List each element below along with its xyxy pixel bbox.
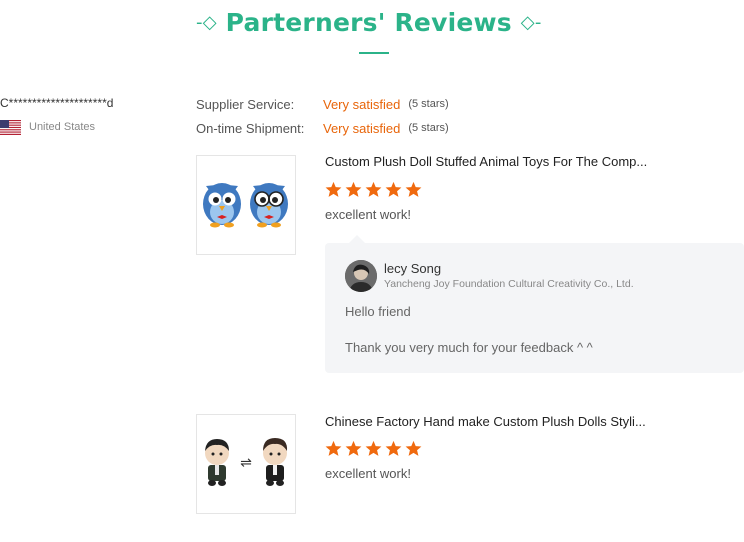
svg-text:⇌: ⇌ bbox=[240, 455, 252, 471]
review-stars bbox=[325, 181, 422, 198]
page-title: -◇ Parterners' Reviews ◇- bbox=[196, 8, 541, 37]
reply-author-name: lecy Song bbox=[384, 261, 442, 276]
star-icon bbox=[345, 440, 362, 456]
title-right-ornament: ◇- bbox=[520, 12, 542, 33]
rating-count: (5 stars) bbox=[408, 98, 449, 110]
rating-label: On-time Shipment: bbox=[196, 120, 305, 136]
avatar bbox=[345, 260, 377, 292]
reply-company-name: Yancheng Joy Foundation Cultural Creativ… bbox=[384, 278, 634, 290]
star-icon bbox=[325, 440, 342, 456]
us-flag-icon bbox=[0, 119, 21, 135]
reviewer-name: C*********************d bbox=[0, 96, 114, 110]
reply-line: Thank you very much for your feedback ^ … bbox=[345, 340, 593, 355]
product-title-link[interactable]: Custom Plush Doll Stuffed Animal Toys Fo… bbox=[325, 154, 647, 169]
supplier-reply: lecy Song Yancheng Joy Foundation Cultur… bbox=[325, 235, 744, 373]
review-text: excellent work! bbox=[325, 207, 411, 222]
star-icon bbox=[385, 181, 402, 197]
star-icon bbox=[365, 181, 382, 197]
reply-line: Hello friend bbox=[345, 304, 411, 319]
product-title-link[interactable]: Chinese Factory Hand make Custom Plush D… bbox=[325, 414, 646, 429]
rating-value: Very satisfied bbox=[323, 96, 401, 112]
avatar-image bbox=[345, 260, 377, 292]
country-label: United States bbox=[29, 121, 96, 133]
rating-row-supplier-service: Supplier Service: Very satisfied (5 star… bbox=[196, 96, 449, 112]
star-icon bbox=[385, 440, 402, 456]
reply-arrow bbox=[349, 235, 365, 243]
doll-plush-image: ⇌ bbox=[205, 438, 288, 486]
star-icon bbox=[325, 181, 342, 197]
review-stars bbox=[325, 440, 422, 457]
reviewer-country: United States bbox=[0, 119, 95, 135]
title-text: Parterners' Reviews bbox=[225, 8, 512, 37]
star-icon bbox=[405, 181, 422, 197]
owl-plush-image bbox=[203, 183, 288, 228]
review-text: excellent work! bbox=[325, 466, 411, 481]
star-icon bbox=[405, 440, 422, 456]
section-header: -◇ Parterners' Reviews ◇- bbox=[0, 8, 744, 54]
star-icon bbox=[345, 181, 362, 197]
star-icon bbox=[365, 440, 382, 456]
title-underline bbox=[359, 52, 389, 54]
product-image-owl-plush[interactable] bbox=[196, 155, 296, 255]
rating-label: Supplier Service: bbox=[196, 96, 295, 112]
title-left-ornament: -◇ bbox=[196, 12, 217, 33]
product-image-doll-plush[interactable]: ⇌ bbox=[196, 414, 296, 514]
rating-value: Very satisfied bbox=[323, 120, 401, 136]
rating-row-ontime-shipment: On-time Shipment: Very satisfied (5 star… bbox=[196, 120, 449, 136]
rating-count: (5 stars) bbox=[408, 122, 449, 134]
